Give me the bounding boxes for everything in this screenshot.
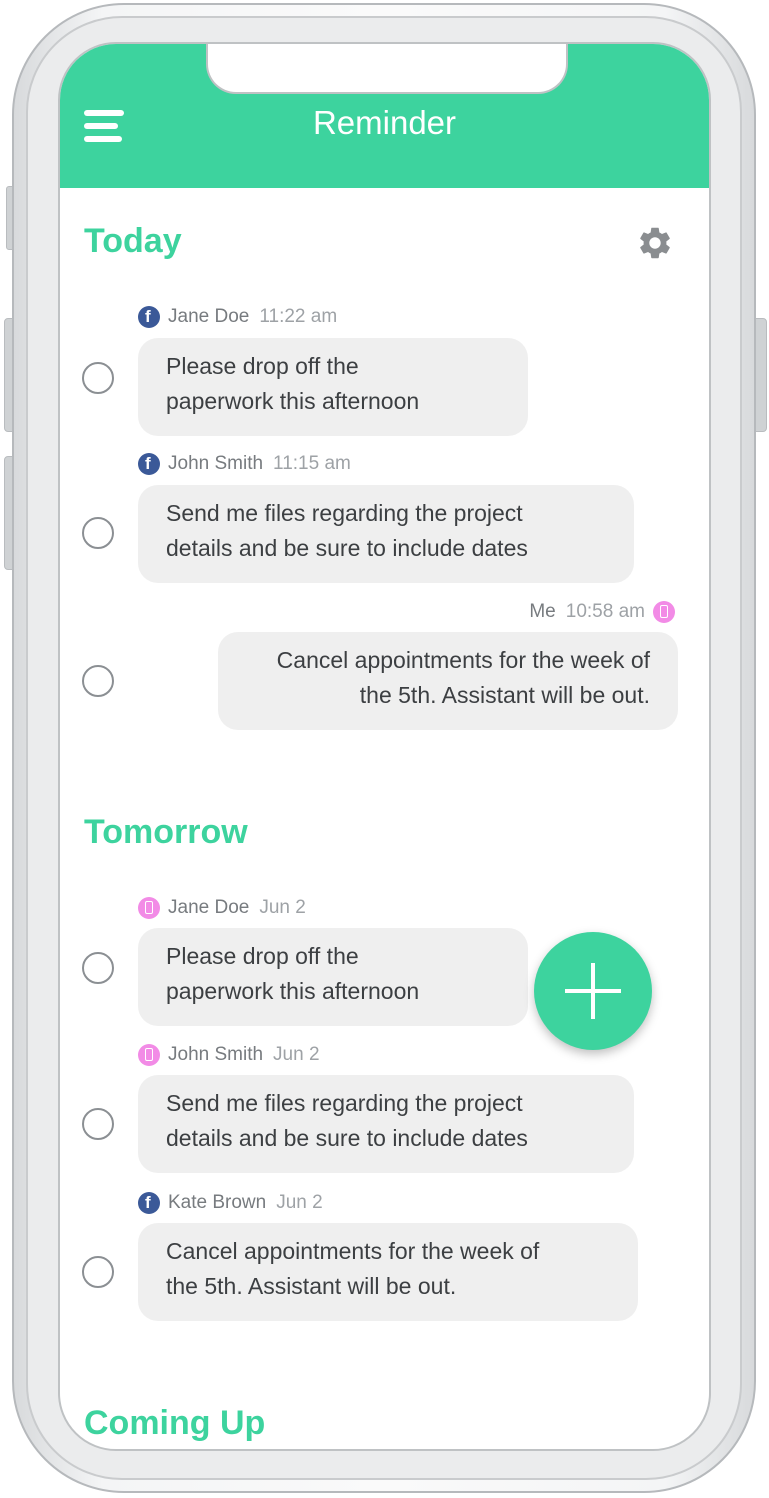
power-button: [755, 318, 767, 432]
complete-checkbox[interactable]: [82, 1256, 114, 1288]
reminder-bubble[interactable]: Cancel appointments for the week of the …: [218, 632, 678, 730]
reminder-text-line: Cancel appointments for the week of: [276, 647, 650, 673]
complete-checkbox[interactable]: [82, 362, 114, 394]
sender-name: John Smith: [168, 453, 264, 474]
complete-checkbox[interactable]: [82, 665, 114, 697]
section-title-coming-up: Coming Up: [84, 1404, 266, 1442]
phone-frame: Reminder Today Jane Doe 11:22 am Please …: [0, 0, 769, 1498]
sender-name: John Smith: [168, 1044, 264, 1065]
phone-icon: [138, 1044, 160, 1066]
reminder-bubble[interactable]: Send me files regarding the project deta…: [138, 1075, 634, 1173]
reminder-text-line: the 5th. Assistant will be out.: [359, 682, 650, 708]
reminder-text-line: the 5th. Assistant will be out.: [166, 1273, 457, 1299]
phone-notch: [206, 44, 568, 94]
add-reminder-button[interactable]: [534, 932, 652, 1050]
gear-icon[interactable]: [636, 224, 674, 262]
facebook-icon: [138, 453, 160, 475]
phone-icon: [653, 601, 675, 623]
reminder-bubble[interactable]: Cancel appointments for the week of the …: [138, 1223, 638, 1321]
message-meta: Jane Doe 11:22 am: [138, 306, 337, 328]
app-title: Reminder: [312, 104, 457, 141]
message-meta: John Smith Jun 2: [138, 1044, 320, 1066]
reminder-bubble[interactable]: Please drop off the paperwork this after…: [138, 928, 528, 1026]
message-time: Jun 2: [276, 1192, 323, 1213]
message-time: Jun 2: [259, 897, 306, 918]
sender-name: Jane Doe: [168, 897, 250, 918]
reminder-text-line: Cancel appointments for the week of: [166, 1238, 540, 1264]
app-screen: Reminder Today Jane Doe 11:22 am Please …: [58, 42, 711, 1451]
reminder-text-line: Send me files regarding the project: [166, 500, 523, 526]
message-meta: Me 10:58 am: [529, 601, 675, 623]
section-title-today: Today: [84, 222, 182, 260]
reminder-text-line: paperwork this afternoon: [166, 388, 420, 414]
message-meta: Kate Brown Jun 2: [138, 1192, 323, 1214]
sender-name: Me: [529, 601, 556, 622]
message-time: Jun 2: [273, 1044, 320, 1065]
complete-checkbox[interactable]: [82, 952, 114, 984]
complete-checkbox[interactable]: [82, 1108, 114, 1140]
facebook-icon: [138, 306, 160, 328]
reminder-text-line: Please drop off the: [166, 353, 359, 379]
sender-name: Kate Brown: [168, 1192, 267, 1213]
complete-checkbox[interactable]: [82, 517, 114, 549]
section-title-tomorrow: Tomorrow: [84, 813, 248, 851]
message-meta: Jane Doe Jun 2: [138, 897, 306, 919]
message-time: 11:15 am: [273, 453, 351, 474]
message-time: 10:58 am: [565, 601, 645, 622]
message-time: 11:22 am: [259, 306, 338, 327]
reminder-text-line: Please drop off the: [166, 943, 359, 969]
reminder-text-line: paperwork this afternoon: [166, 978, 420, 1004]
facebook-icon: [138, 1192, 160, 1214]
sender-name: Jane Doe: [168, 306, 250, 327]
message-meta: John Smith 11:15 am: [138, 453, 351, 475]
phone-icon: [138, 897, 160, 919]
reminder-bubble[interactable]: Please drop off the paperwork this after…: [138, 338, 528, 436]
reminder-text-line: details and be sure to include dates: [166, 1125, 528, 1151]
reminder-text-line: details and be sure to include dates: [166, 535, 528, 561]
reminder-bubble[interactable]: Send me files regarding the project deta…: [138, 485, 634, 583]
reminder-text-line: Send me files regarding the project: [166, 1090, 523, 1116]
